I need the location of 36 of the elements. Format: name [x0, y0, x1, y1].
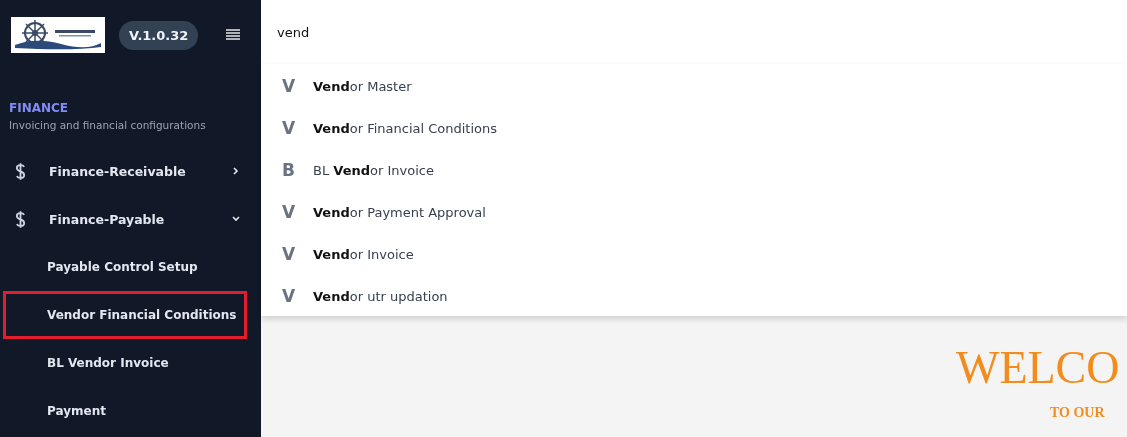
dollar-icon [15, 161, 26, 181]
submenu-item[interactable]: Payment [3, 387, 247, 435]
dollar-icon [15, 209, 26, 229]
welcome-subtitle: TO OUR [1050, 405, 1106, 421]
result-label: Vendor Invoice [313, 246, 414, 262]
result-label: Vendor Financial Conditions [313, 120, 498, 136]
section-subtitle: Invoicing and financial configurations [9, 119, 207, 131]
menu-label: Finance-Receivable [49, 163, 187, 179]
menu-icon[interactable] [226, 29, 241, 41]
result-item[interactable]: V Vendor Payment Approval [261, 191, 1127, 233]
section-title: FINANCE [9, 101, 70, 115]
letter-icon: V [282, 118, 313, 138]
result-label: Vendor utr updation [313, 288, 448, 304]
result-label: BL Vendor Invoice [313, 162, 434, 178]
result-item[interactable]: V Vendor Invoice [261, 233, 1127, 275]
result-item[interactable]: V Vendor utr updation [261, 275, 1127, 317]
letter-icon: V [282, 286, 313, 306]
letter-icon: V [282, 76, 313, 96]
result-label: Vendor Payment Approval [313, 204, 486, 220]
letter-icon: V [282, 244, 313, 264]
welcome-title: WELCO [956, 345, 1120, 391]
letter-icon: B [282, 160, 313, 180]
search-field[interactable]: vend [261, 0, 1127, 64]
result-item[interactable]: V Vendor Financial Conditions [261, 107, 1127, 149]
result-item[interactable]: V Vendor Master [261, 65, 1127, 107]
result-label: Vendor Master [313, 78, 412, 94]
submenu-item[interactable]: Vendor Financial Conditions [3, 291, 247, 339]
version-badge: V.1.0.32 [119, 20, 199, 50]
logo-icon [11, 17, 105, 53]
menu-item[interactable]: Finance-Receivable [0, 147, 261, 195]
result-item[interactable]: B BL Vendor Invoice [261, 149, 1127, 191]
menu-label: Finance-Payable [49, 211, 166, 227]
menu-item[interactable]: Finance-Payable [0, 195, 261, 243]
submenu-item[interactable]: BL Vendor Invoice [3, 339, 247, 387]
letter-icon: V [282, 202, 313, 222]
submenu-item[interactable]: Payable Control Setup [3, 243, 247, 291]
